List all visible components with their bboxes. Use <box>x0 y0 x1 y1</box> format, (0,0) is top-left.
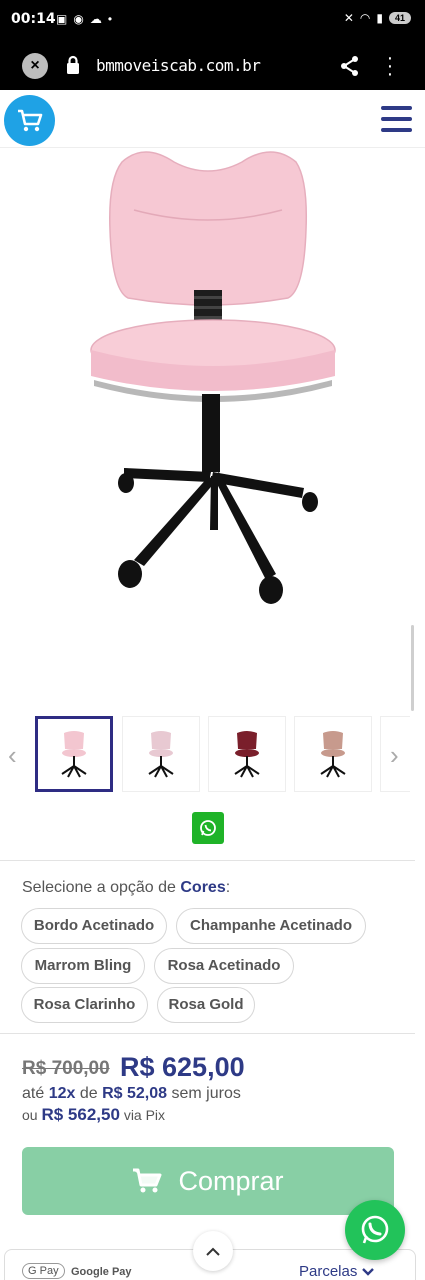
screenshot-icon: ▣ <box>56 12 68 26</box>
cart-button[interactable] <box>4 95 55 146</box>
url-text[interactable]: bmmoveiscab.com.br <box>96 56 261 75</box>
status-bar: 00:14 ▣ ◉ ☁ • ✕ ◠ ▮ 41 <box>0 0 425 42</box>
gpay-label: Google Pay <box>71 1266 132 1278</box>
site-header <box>0 90 425 148</box>
thumbnail-4[interactable] <box>294 716 372 792</box>
option-marrom-bling[interactable]: Marrom Bling <box>21 948 145 984</box>
lock-icon <box>67 55 79 74</box>
thumbnail-chair <box>234 731 260 778</box>
thumbnail-chair <box>320 731 346 778</box>
pix-prefix: ou <box>22 1107 38 1123</box>
option-label: Selecione a opção de Cores: <box>22 879 230 897</box>
close-tab-button[interactable]: × <box>22 53 48 79</box>
chrome-icon: ◉ <box>73 12 84 26</box>
status-time: 00:14 <box>11 11 56 27</box>
old-price: R$ 700,00 <box>22 1058 110 1079</box>
option-champanhe-acetinado[interactable]: Champanhe Acetinado <box>176 908 366 944</box>
chevron-down-icon <box>361 1268 374 1276</box>
thumbnail-2[interactable] <box>122 716 200 792</box>
pix-value: R$ 562,50 <box>41 1105 120 1124</box>
menu-icon[interactable] <box>381 106 412 132</box>
thumbnail-chair <box>148 731 174 778</box>
installment-value: R$ 52,08 <box>102 1085 168 1102</box>
whatsapp-icon <box>361 1215 389 1244</box>
option-label-prefix: Selecione a opção de <box>22 879 176 896</box>
scroll-top-button[interactable] <box>193 1231 233 1271</box>
parcelas-label: Parcelas <box>299 1263 358 1280</box>
thumbnail-1[interactable] <box>35 716 113 792</box>
option-rosa-acetinado[interactable]: Rosa Acetinado <box>154 948 294 984</box>
battery-icon: 41 <box>388 12 411 24</box>
option-rosa-gold[interactable]: Rosa Gold <box>157 987 255 1023</box>
system-icons: ✕ ◠ ▮ 41 <box>344 11 411 25</box>
buy-button[interactable]: Comprar <box>22 1147 394 1215</box>
wifi-icon: ◠ <box>359 11 371 25</box>
parcelas-dropdown[interactable]: Parcelas <box>299 1263 374 1280</box>
mute-icon: ✕ <box>343 11 354 25</box>
installment-prefix: até <box>22 1085 45 1102</box>
chevron-left-icon[interactable]: ‹ <box>8 740 17 771</box>
installment-count: 12x <box>48 1085 76 1102</box>
buy-button-label: Comprar <box>178 1165 284 1196</box>
current-price: R$ 625,00 <box>120 1052 245 1082</box>
cloud-icon: ☁ <box>89 12 102 26</box>
option-label-name: Cores <box>180 879 226 896</box>
cart-icon <box>133 1168 162 1193</box>
gpay-badge: G Pay <box>22 1263 65 1279</box>
whatsapp-share-button[interactable] <box>192 812 224 844</box>
cart-icon <box>17 109 42 131</box>
option-label-suffix: : <box>225 879 231 896</box>
whatsapp-icon <box>200 820 216 836</box>
installment-suffix: sem juros <box>171 1085 241 1102</box>
installment-info: até 12x de R$ 52,08 sem juros <box>22 1085 241 1103</box>
option-rosa-clarinho[interactable]: Rosa Clarinho <box>21 987 148 1023</box>
chevron-right-icon[interactable]: › <box>390 740 399 771</box>
dot-icon: • <box>107 12 113 26</box>
chair-image <box>90 151 336 604</box>
thumbnail-3[interactable] <box>208 716 286 792</box>
browser-url-bar: × bmmoveiscab.com.br · · · <box>0 42 425 90</box>
product-image[interactable] <box>4 150 412 698</box>
option-bordo-acetinado[interactable]: Bordo Acetinado <box>21 908 167 944</box>
thumbnail-chair <box>61 731 87 778</box>
pix-info: ou R$ 562,50 via Pix <box>22 1105 165 1125</box>
chevron-up-icon <box>206 1247 220 1256</box>
pix-suffix: via Pix <box>123 1107 166 1123</box>
scroll-indicator[interactable] <box>411 625 414 711</box>
more-options-icon[interactable]: · · · <box>384 48 396 84</box>
divider <box>0 1033 415 1034</box>
thumbnail-strip: ‹ › <box>0 712 425 798</box>
share-icon[interactable] <box>340 55 360 77</box>
divider <box>0 860 415 861</box>
signal-icon: ▮ <box>376 11 383 25</box>
notification-icons: ▣ ◉ ☁ • <box>56 12 112 26</box>
installment-de: de <box>79 1085 98 1102</box>
whatsapp-float-button[interactable] <box>345 1200 405 1260</box>
